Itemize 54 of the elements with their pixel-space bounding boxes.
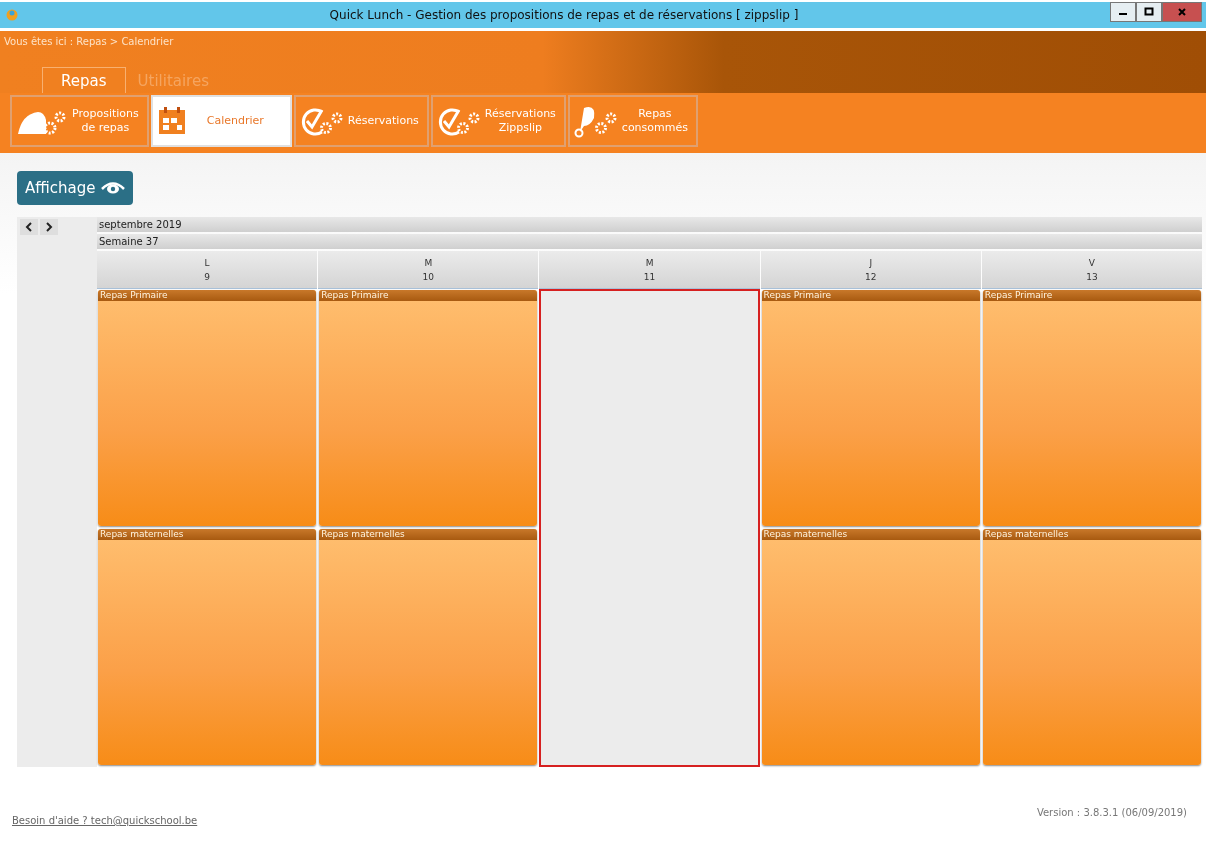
day-header: V 13	[981, 251, 1202, 289]
meal-title: Repas Primaire	[98, 290, 317, 301]
version-text: Version : 3.8.3.1 (06/09/2019)	[1036, 807, 1187, 818]
minimize-button[interactable]	[1110, 2, 1136, 22]
meal-title: Repas maternelles	[98, 529, 317, 540]
meal-block[interactable]: Repas maternelles	[319, 529, 538, 765]
close-button[interactable]	[1162, 2, 1202, 22]
meal-block[interactable]: Repas Primaire	[98, 290, 317, 526]
month-header: septembre 2019	[97, 217, 1202, 232]
meal-block[interactable]: Repas maternelles	[98, 529, 317, 765]
day-cell[interactable]: Repas Primaire Repas maternelles	[97, 289, 318, 767]
toolbar-button[interactable]: Calendrier	[150, 95, 292, 147]
chevron-right-icon	[45, 222, 53, 232]
meal-block[interactable]: Repas maternelles	[982, 529, 1201, 765]
previous-button[interactable]	[20, 219, 38, 235]
day-header: M 11	[539, 251, 760, 289]
maximize-button[interactable]	[1136, 2, 1162, 22]
close-icon	[1177, 7, 1187, 17]
meal-title: Repas Primaire	[319, 290, 538, 301]
check-gears-icon	[299, 106, 344, 136]
day-header: M 10	[318, 251, 539, 289]
tab[interactable]: Repas	[42, 67, 126, 93]
meal-title: Repas Primaire	[761, 290, 980, 301]
check-gears-icon	[436, 106, 481, 136]
day-cell[interactable]: Repas Primaire Repas maternelles	[318, 289, 539, 767]
window-title: Quick Lunch - Gestion des propositions de repas et de réservations [ zippslip ]	[328, 8, 800, 22]
meal-block[interactable]: Repas maternelles	[761, 529, 980, 765]
day-cell[interactable]: Repas Primaire Repas maternelles	[981, 289, 1202, 767]
meal-title: Repas maternelles	[982, 529, 1201, 540]
meal-block[interactable]: Repas Primaire	[319, 290, 538, 526]
day-cell[interactable]: Repas Primaire Repas maternelles	[760, 289, 981, 767]
week-header: Semaine 37	[97, 234, 1202, 249]
day-cell[interactable]	[539, 289, 760, 767]
day-header: J 12	[760, 251, 981, 289]
toolbar-button[interactable]: Réservations Zippslip	[430, 95, 566, 147]
app-icon	[6, 9, 18, 21]
calendar-icon	[156, 106, 187, 136]
meal-title: Repas Primaire	[982, 290, 1201, 301]
maximize-icon	[1144, 7, 1154, 17]
breadcrumb: Vous êtes ici : Repas > Calendrier	[3, 35, 175, 49]
eye-icon	[101, 181, 126, 195]
view-button[interactable]: Affichage	[17, 171, 134, 205]
toolbar-button[interactable]: Réservations	[293, 95, 429, 147]
toolbar-button[interactable]: Repas consommés	[567, 95, 698, 147]
drumstick-gears-icon	[573, 104, 618, 138]
chevron-left-icon	[25, 222, 33, 232]
meal-block[interactable]: Repas Primaire	[761, 290, 980, 526]
next-button[interactable]	[40, 219, 58, 235]
help-link[interactable]: Besoin d'aide ? tech@quickschool.be	[12, 815, 198, 826]
meal-title: Repas maternelles	[319, 529, 538, 540]
toolbar-button[interactable]: Propositions de repas	[10, 95, 149, 147]
meal-block[interactable]: Repas Primaire	[982, 290, 1201, 526]
meal-title: Repas maternelles	[761, 529, 980, 540]
day-header: L 9	[97, 251, 318, 289]
